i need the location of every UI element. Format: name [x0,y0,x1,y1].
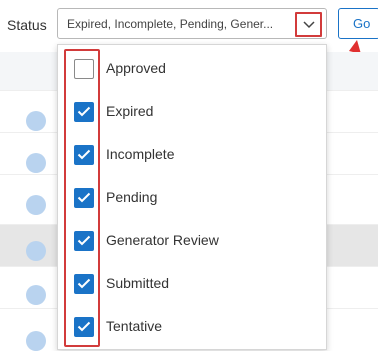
checkmark-icon [77,321,91,332]
option-tentative[interactable]: Tentative [58,313,326,343]
checkmark-icon [77,149,91,160]
option-label: Pending [106,189,158,205]
checkbox-checked[interactable] [74,274,94,294]
option-submitted[interactable]: Submitted [58,270,326,300]
option-generator-review[interactable]: Generator Review [58,227,326,257]
chevron-down-icon [303,21,315,29]
dropdown-toggle[interactable] [295,12,322,37]
row-icon [26,195,46,215]
checkbox-checked[interactable] [74,231,94,251]
checkbox-checked[interactable] [74,145,94,165]
option-incomplete[interactable]: Incomplete [58,141,326,171]
status-dropdown-menu: Approved Expired Incomplete Pending Gene… [57,44,327,350]
checkmark-icon [77,192,91,203]
checkmark-icon [77,106,91,117]
checkmark-icon [77,278,91,289]
option-label: Expired [106,103,154,119]
checkmark-icon [77,235,91,246]
row-icon [26,111,46,131]
row-icon [26,153,46,173]
option-expired[interactable]: Expired [58,98,326,128]
row-icon [26,241,46,261]
status-selected-value: Expired, Incomplete, Pending, Gener... [67,17,274,31]
go-button[interactable]: Go [338,8,378,39]
option-label: Approved [106,60,166,76]
option-label: Submitted [106,275,170,291]
checkbox-checked[interactable] [74,317,94,337]
row-icon [26,285,46,305]
option-label: Generator Review [106,232,219,248]
option-pending[interactable]: Pending [58,184,326,214]
checkbox-checked[interactable] [74,102,94,122]
status-label: Status [7,17,47,33]
option-approved[interactable]: Approved [58,55,326,85]
option-label: Tentative [106,318,163,334]
checkbox-checked[interactable] [74,188,94,208]
checkbox-unchecked[interactable] [74,59,94,79]
status-multiselect[interactable]: Expired, Incomplete, Pending, Gener... [57,8,327,39]
row-icon [26,331,46,351]
option-label: Incomplete [106,146,175,162]
